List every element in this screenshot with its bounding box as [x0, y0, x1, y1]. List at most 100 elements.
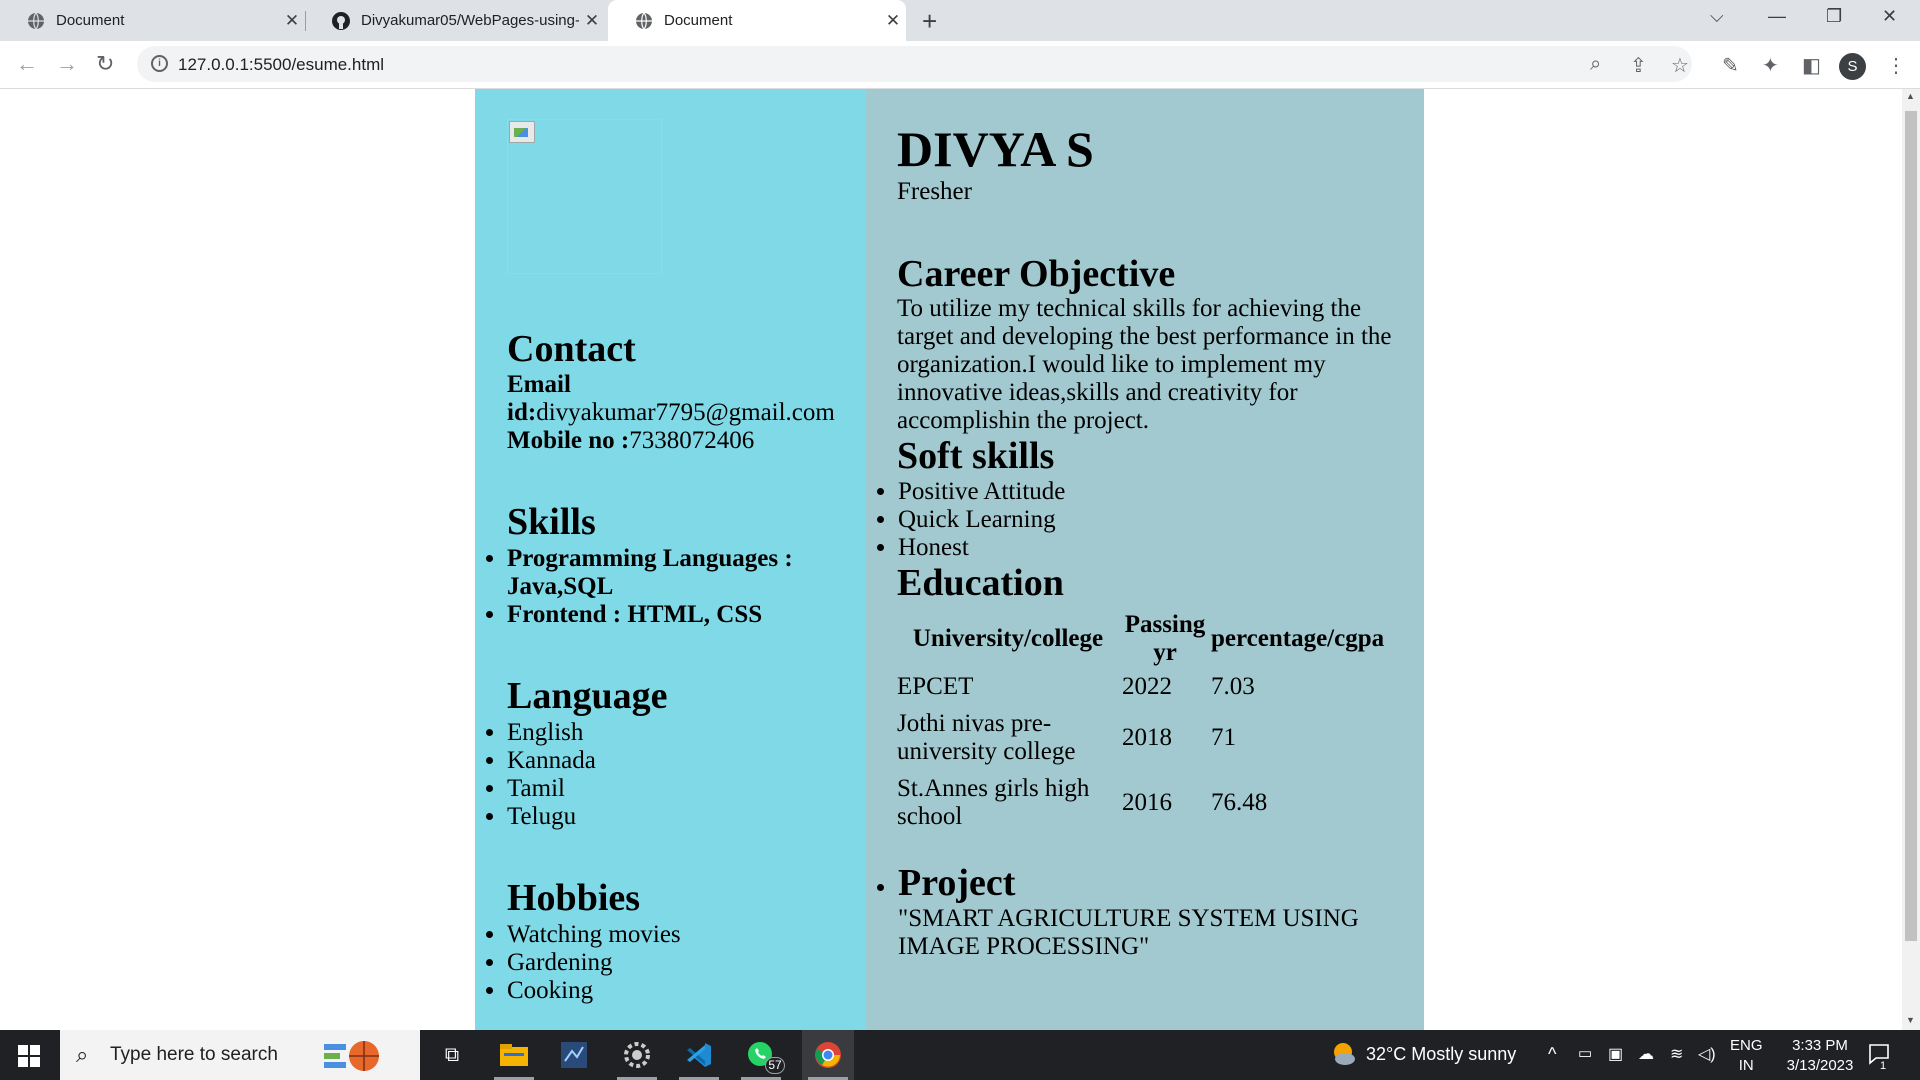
- tab-document-active[interactable]: Document ✕: [608, 0, 906, 41]
- scroll-down-icon[interactable]: ▼: [1906, 1015, 1915, 1025]
- tab-title: Divyakumar05/WebPages-using-: [361, 12, 579, 29]
- mobile-label: Mobile no :: [507, 427, 630, 454]
- close-tab-icon[interactable]: ✕: [880, 11, 906, 31]
- cloud-icon[interactable]: ☁: [1638, 1044, 1654, 1064]
- language-list: English Kannada Tamil Telugu: [475, 719, 596, 831]
- column-header: Passing yr: [1124, 611, 1206, 666]
- skills-list: Programming Languages : Java,SQL Fronten…: [475, 545, 815, 629]
- broken-image-icon: [509, 121, 535, 143]
- forward-icon[interactable]: →: [56, 51, 78, 77]
- table-row: St.Annes girls high school 2016 76.48: [897, 772, 1384, 834]
- list-item: Positive Attitude: [898, 478, 1065, 506]
- battery-icon[interactable]: ▭: [1578, 1044, 1592, 1062]
- close-window-icon[interactable]: ✕: [1882, 6, 1897, 27]
- volume-icon[interactable]: ◁): [1698, 1044, 1716, 1064]
- close-tab-icon[interactable]: ✕: [579, 11, 605, 31]
- camera-icon[interactable]: ▣: [1608, 1044, 1623, 1064]
- education-table: University/college Passing yr percentage…: [894, 608, 1387, 837]
- windows-taskbar: ⌕ Type here to search ⧉ 57 32°C Mostly s…: [0, 1030, 1920, 1080]
- list-item: Quick Learning: [898, 506, 1065, 534]
- app-icon[interactable]: [554, 1038, 594, 1072]
- lang-code: ENG: [1730, 1037, 1763, 1054]
- scrollbar-thumb[interactable]: [1905, 111, 1917, 941]
- chevron-up-icon[interactable]: ^: [1548, 1044, 1556, 1065]
- tab-title: Document: [664, 12, 733, 29]
- mobile-value: 7338072406: [629, 427, 755, 454]
- list-item: Tamil: [507, 775, 596, 803]
- menu-kebab-icon[interactable]: ⋮: [1886, 53, 1906, 78]
- extensions-puzzle-icon[interactable]: ✦: [1762, 53, 1779, 78]
- side-panel-icon[interactable]: ◧: [1802, 53, 1821, 78]
- edit-extension-icon[interactable]: ✎: [1722, 53, 1739, 78]
- soft-skills-list: Positive Attitude Quick Learning Honest: [866, 478, 1065, 562]
- wifi-icon[interactable]: ≋: [1670, 1044, 1683, 1064]
- list-item: Project "SMART AGRICULTURE SYSTEM USING …: [898, 861, 1396, 961]
- new-tab-icon[interactable]: +: [922, 6, 937, 37]
- chrome-icon[interactable]: [802, 1030, 854, 1080]
- browser-toolbar: ← → ↻ i 127.0.0.1:5500/esume.html ⌕ ⇪ ☆ …: [0, 41, 1920, 89]
- chevron-down-icon[interactable]: ⌵: [1710, 6, 1724, 27]
- career-objective-heading: Career Objective: [897, 253, 1176, 295]
- reload-icon[interactable]: ↻: [96, 51, 114, 77]
- windows-start-icon[interactable]: [18, 1045, 40, 1067]
- column-header: University/college: [912, 625, 1104, 652]
- vscode-icon[interactable]: [679, 1038, 719, 1072]
- share-icon[interactable]: ⇪: [1630, 53, 1647, 78]
- resume: Contact Email id:divyakumar7795@gmail.co…: [475, 89, 1424, 1030]
- language-heading: Language: [507, 675, 668, 717]
- list-item: Cooking: [507, 977, 681, 1005]
- weather-sun-icon[interactable]: [1328, 1039, 1358, 1074]
- url-text[interactable]: 127.0.0.1:5500/esume.html: [178, 55, 384, 75]
- table-cell: 2016: [1122, 789, 1172, 816]
- taskbar-search[interactable]: ⌕ Type here to search: [60, 1030, 420, 1080]
- file-explorer-icon[interactable]: [494, 1038, 534, 1072]
- globe-icon: [635, 12, 653, 30]
- close-tab-icon[interactable]: ✕: [279, 11, 305, 31]
- contact-heading: Contact: [507, 328, 636, 370]
- designation: Fresher: [897, 178, 972, 205]
- date: 3/13/2023: [1786, 1057, 1854, 1074]
- tab-title: Document: [56, 12, 125, 29]
- zoom-icon[interactable]: ⌕: [1590, 53, 1601, 76]
- table-cell: 2022: [1122, 673, 1172, 700]
- right-panel: DIVYA S Fresher Career Objective To util…: [866, 89, 1424, 1030]
- column-header: percentage/cgpa: [1211, 625, 1385, 652]
- candidate-name: DIVYA S: [897, 121, 1094, 177]
- hobbies-heading: Hobbies: [507, 877, 641, 919]
- minimize-icon[interactable]: —: [1768, 6, 1786, 27]
- project-heading: Project: [898, 862, 1016, 904]
- bookmark-star-icon[interactable]: ☆: [1671, 53, 1689, 78]
- table-row: Jothi nivas pre-university college 2018 …: [897, 707, 1384, 769]
- vertical-scrollbar[interactable]: ▲ ▼: [1902, 89, 1920, 1030]
- table-header-row: University/college Passing yr percentage…: [897, 611, 1384, 667]
- profile-avatar[interactable]: S: [1839, 53, 1866, 80]
- tab-document-1[interactable]: Document ✕: [0, 0, 305, 41]
- globe-icon: [27, 12, 45, 30]
- table-cell: 76.48: [1211, 789, 1268, 816]
- search-icon: ⌕: [76, 1042, 89, 1067]
- list-item: Programming Languages : Java,SQL: [507, 545, 815, 601]
- table-cell: Jothi nivas pre-university college: [897, 710, 1076, 765]
- input-language[interactable]: ENG IN: [1730, 1036, 1763, 1076]
- github-icon: [332, 11, 350, 30]
- table-cell: St.Annes girls high school: [897, 775, 1090, 830]
- list-item: Gardening: [507, 949, 681, 977]
- back-icon[interactable]: ←: [16, 51, 38, 77]
- clock[interactable]: 3:33 PM 3/13/2023: [1775, 1036, 1865, 1076]
- settings-gear-icon[interactable]: [617, 1038, 657, 1072]
- scroll-up-icon[interactable]: ▲: [1906, 91, 1915, 101]
- list-item: Honest: [898, 534, 1065, 562]
- notification-badge: 57: [765, 1057, 785, 1074]
- address-bar[interactable]: i 127.0.0.1:5500/esume.html: [137, 46, 1692, 82]
- list-item: Kannada: [507, 747, 596, 775]
- tab-github[interactable]: Divyakumar05/WebPages-using- ✕: [305, 0, 605, 41]
- list-item: Frontend : HTML, CSS: [507, 601, 815, 629]
- weather-text[interactable]: 32°C Mostly sunny: [1366, 1044, 1516, 1065]
- site-info-icon[interactable]: i: [151, 55, 168, 72]
- profile-photo: [507, 119, 662, 274]
- restore-icon[interactable]: ❐: [1826, 6, 1842, 27]
- task-view-icon[interactable]: ⧉: [432, 1038, 472, 1072]
- table-cell: 2018: [1122, 724, 1172, 751]
- table-row: EPCET 2022 7.03: [897, 670, 1384, 704]
- email-value: divyakumar7795@gmail.com: [536, 399, 835, 426]
